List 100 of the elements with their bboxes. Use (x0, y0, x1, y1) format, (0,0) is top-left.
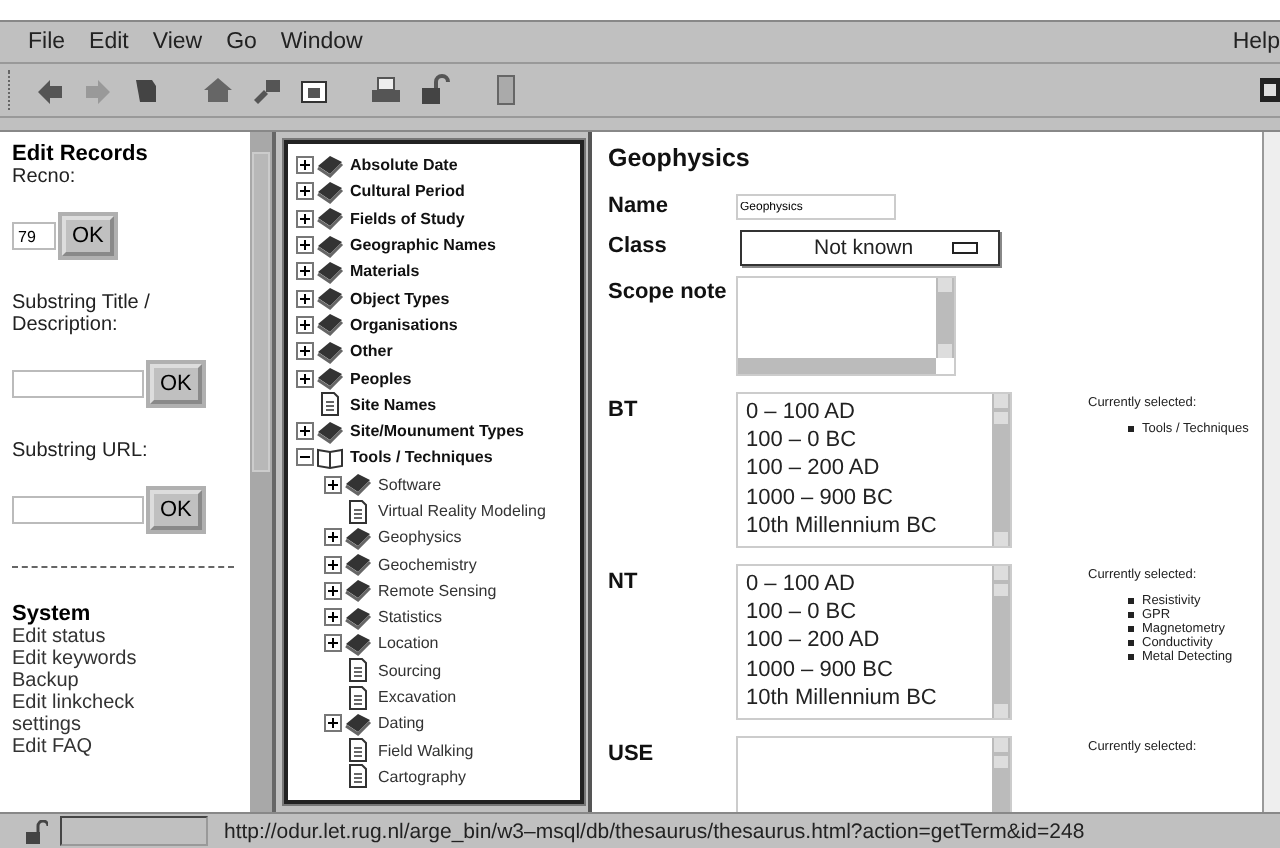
padlock-icon[interactable] (418, 74, 450, 106)
expand-icon[interactable] (296, 209, 314, 228)
book-icon (316, 179, 344, 204)
expand-icon[interactable] (324, 634, 342, 653)
tree-item[interactable]: Excavation (378, 688, 457, 707)
field-label: NT (608, 568, 640, 598)
term-listbox[interactable]: 0 – 100 AD 100 – 0 BC 100 – 200 AD 1000 – 900 BC 10th Millennium BC (736, 564, 1012, 720)
expand-icon[interactable] (324, 475, 342, 494)
menu-item[interactable]: File (28, 30, 66, 54)
page-icon (344, 658, 372, 683)
collapse-icon[interactable] (296, 448, 314, 467)
book-icon (316, 312, 344, 337)
expand-icon[interactable] (296, 156, 314, 175)
bullet-icon (1128, 640, 1134, 646)
help-menu[interactable]: Help (1232, 30, 1280, 54)
list-option[interactable]: 1000 – 900 BC (746, 655, 984, 684)
tree-item[interactable]: Geochemistry (378, 555, 477, 574)
book-icon (344, 711, 372, 736)
home-icon[interactable] (202, 74, 234, 106)
list-option[interactable]: 100 – 200 AD (746, 626, 984, 656)
list-option[interactable]: 10th Millennium BC (746, 511, 984, 541)
list-option[interactable]: 1000 – 900 BC (746, 483, 984, 512)
tree-item[interactable]: Site Names (350, 395, 437, 414)
book-icon (316, 206, 344, 231)
tree-item[interactable]: Sourcing (378, 661, 442, 680)
system-link[interactable]: Edit keywords (12, 648, 172, 670)
scrollbar[interactable] (992, 566, 1010, 718)
expand-icon[interactable] (296, 422, 314, 441)
list-option[interactable]: 100 – 200 AD (746, 454, 984, 484)
tree-item[interactable]: Object Types (350, 289, 450, 308)
field-label: Substring Title / Description: (12, 292, 152, 336)
tree-item[interactable]: Statistics (378, 608, 443, 627)
tree-item[interactable]: Geographic Names (350, 236, 496, 255)
ok-button[interactable]: OK (150, 490, 202, 530)
ok-button[interactable]: OK (62, 216, 114, 256)
scrollbar[interactable] (738, 358, 936, 374)
expand-icon[interactable] (324, 528, 342, 547)
tree-item[interactable]: Fields of Study (350, 209, 465, 228)
field-label: Recno: (12, 166, 78, 188)
expand-icon[interactable] (296, 236, 314, 255)
tree-item[interactable]: Remote Sensing (378, 581, 497, 600)
text-field[interactable]: 79 (12, 222, 56, 250)
system-link[interactable]: Edit status (12, 626, 172, 648)
print-icon[interactable] (370, 74, 402, 106)
tree-item[interactable]: Cultural Period (350, 182, 465, 201)
text-field[interactable] (12, 496, 144, 524)
list-option[interactable]: 0 – 100 AD (746, 398, 984, 427)
list-option[interactable]: 100 – 0 BC (746, 598, 984, 627)
expand-icon[interactable] (324, 555, 342, 574)
bullet-icon (1128, 612, 1134, 618)
tree-item[interactable]: Location (378, 634, 439, 653)
page-icon (344, 738, 372, 763)
expand-icon[interactable] (296, 369, 314, 388)
menu-item[interactable]: Edit (89, 30, 129, 54)
expand-icon[interactable] (296, 182, 314, 201)
term-listbox[interactable]: 0 – 100 AD 100 – 0 BC 100 – 200 AD 1000 – 900 BC 10th Millennium BC (736, 392, 1012, 548)
bullet-icon (1128, 654, 1134, 660)
expand-icon[interactable] (324, 714, 342, 733)
expand-icon[interactable] (296, 342, 314, 361)
tree-item[interactable]: Field Walking (378, 741, 474, 760)
tree-item[interactable]: Other (350, 342, 393, 361)
tree-item[interactable]: Absolute Date (350, 156, 458, 175)
scrollbar[interactable] (936, 278, 954, 358)
bullet-icon (1128, 626, 1134, 632)
expand-icon[interactable] (324, 581, 342, 600)
expand-icon[interactable] (324, 608, 342, 627)
tree-item[interactable]: Tools / Techniques (350, 448, 493, 467)
system-link[interactable]: Edit FAQ (12, 736, 172, 758)
tree-item[interactable]: Materials (350, 262, 420, 281)
expand-icon[interactable] (296, 262, 314, 281)
book-icon (316, 286, 344, 311)
tree-item[interactable]: Geophysics (378, 528, 462, 547)
tree-item[interactable]: Cartography (378, 767, 467, 786)
menu-item[interactable]: View (152, 30, 203, 54)
list-option[interactable]: 100 – 0 BC (746, 426, 984, 455)
expand-icon[interactable] (296, 315, 314, 334)
list-option[interactable]: 0 – 100 AD (746, 570, 984, 599)
class-dropdown[interactable]: Not known (740, 230, 1000, 266)
text-field[interactable] (12, 370, 144, 398)
tree-item[interactable]: Software (378, 475, 442, 494)
menu-item[interactable]: Go (226, 30, 257, 54)
system-link[interactable]: Edit linkcheck settings (12, 692, 172, 736)
list-option[interactable]: 10th Millennium BC (746, 683, 984, 713)
tree-item[interactable]: Site/Mounument Types (350, 422, 524, 441)
tree-item[interactable]: Dating (378, 714, 425, 733)
scrollbar[interactable] (1262, 132, 1280, 812)
ok-button[interactable]: OK (150, 364, 202, 404)
book-icon (344, 578, 372, 603)
tree-item[interactable]: Peoples (350, 369, 412, 388)
tree-item[interactable]: Virtual Reality Modeling (378, 502, 546, 520)
scrollbar[interactable] (992, 394, 1010, 546)
system-link[interactable]: Backup (12, 670, 172, 692)
book-icon (316, 153, 344, 178)
book-icon (316, 233, 344, 258)
tree-item[interactable]: Organisations (350, 315, 458, 334)
menu-item[interactable]: Window (280, 30, 363, 54)
scrollbar[interactable] (250, 132, 272, 812)
scope-note-field[interactable] (736, 276, 956, 376)
expand-icon[interactable] (296, 289, 314, 308)
bullet-icon (1128, 426, 1134, 432)
